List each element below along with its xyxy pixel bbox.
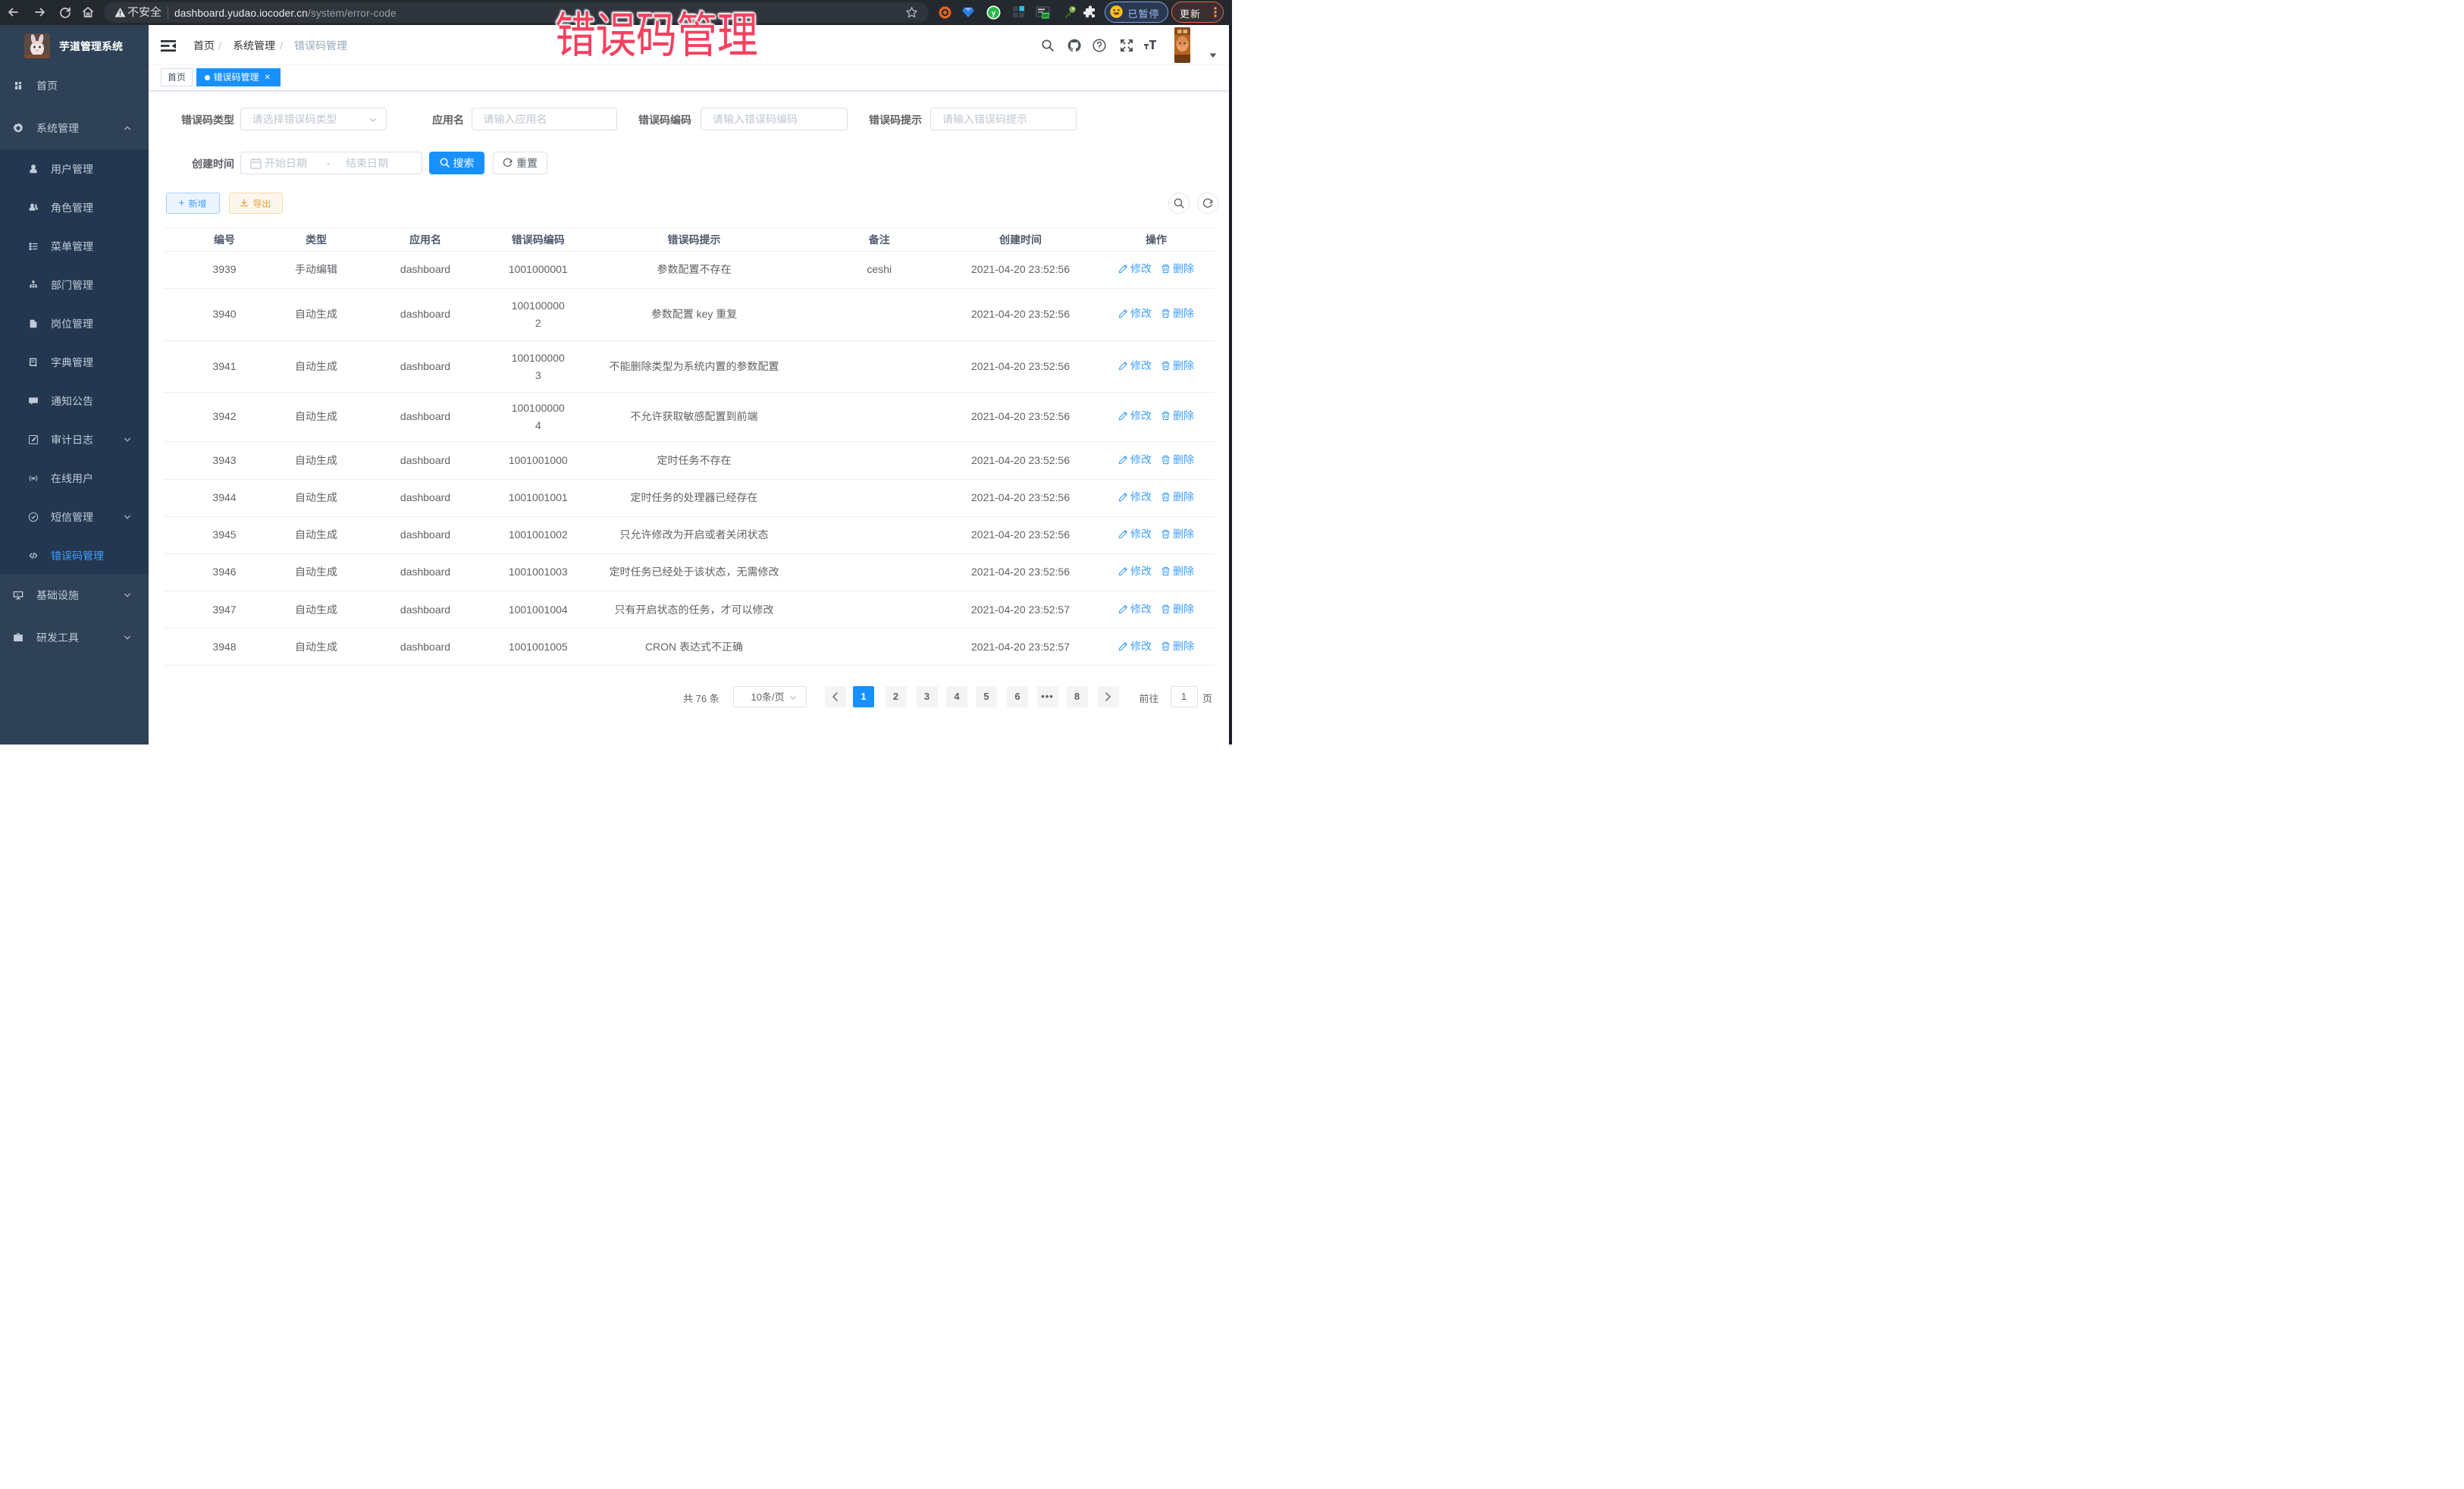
svg-text:y: y <box>991 9 995 17</box>
svg-text:on: on <box>1042 14 1049 19</box>
